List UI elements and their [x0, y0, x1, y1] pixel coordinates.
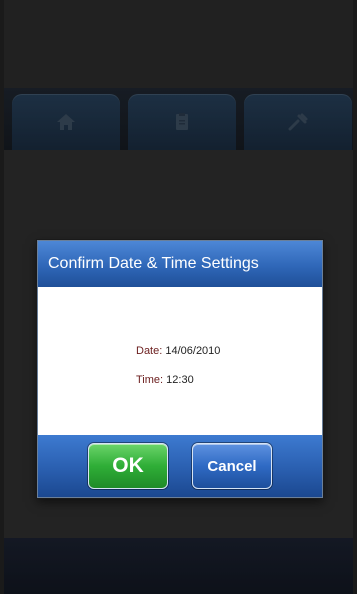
cancel-button[interactable]: Cancel [192, 443, 272, 489]
time-line: Time: 12:30 [136, 374, 194, 386]
dialog-footer: OK Cancel [38, 435, 322, 497]
ok-button[interactable]: OK [88, 443, 168, 489]
time-value: 12:30 [166, 374, 194, 386]
confirm-dialog: Confirm Date & Time Settings Date: 14/06… [37, 240, 323, 498]
date-line: Date: 14/06/2010 [136, 345, 220, 357]
time-label: Time: [136, 374, 167, 386]
dialog-title: Confirm Date & Time Settings [48, 255, 259, 272]
date-label: Date: [136, 345, 166, 357]
dialog-header: Confirm Date & Time Settings [38, 241, 322, 287]
dialog-body: Date: 14/06/2010 Time: 12:30 [38, 287, 322, 435]
date-value: 14/06/2010 [165, 345, 221, 357]
